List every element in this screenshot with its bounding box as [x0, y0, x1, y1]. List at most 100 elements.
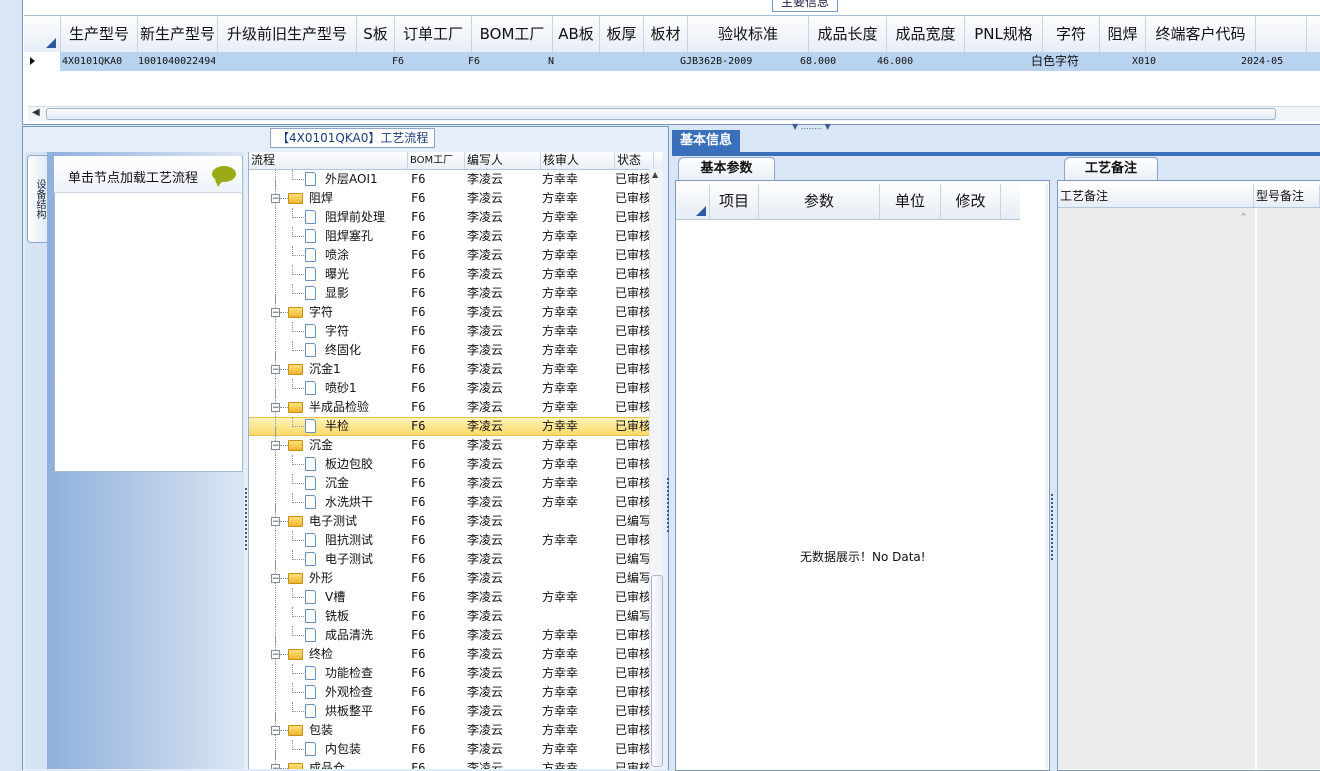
tree-row[interactable]: − 字符 F6 李凌云 方幸幸 已审核 [249, 295, 649, 322]
tree-node[interactable]: − 沉金 [249, 428, 405, 455]
tree-row[interactable]: 铣板 F6 李凌云 已编写 [249, 607, 649, 626]
tree-cell-author[interactable]: 李凌云 [461, 398, 536, 417]
tree-cell-bom[interactable]: F6 [405, 759, 461, 769]
tree-node[interactable]: 功能检查 [249, 664, 405, 683]
notes-model-body[interactable] [1256, 208, 1320, 769]
tree-cell-reviewer[interactable]: 方幸幸 [536, 474, 609, 493]
main-grid-col-header[interactable]: 板材 [644, 16, 688, 52]
tree-cell-reviewer[interactable] [536, 512, 609, 531]
tree-cell-bom[interactable]: F6 [405, 550, 461, 569]
tree-row[interactable]: − 终检 F6 李凌云 方幸幸 已审核 [249, 637, 649, 664]
tree-cell-reviewer[interactable]: 方幸幸 [536, 208, 609, 227]
tree-col-bom[interactable]: BOM工厂 [408, 152, 465, 169]
tree-row[interactable]: 阻焊前处理 F6 李凌云 方幸幸 已审核 [249, 208, 649, 227]
notes-process-body[interactable] [1058, 208, 1255, 769]
tree-cell-author[interactable]: 李凌云 [461, 493, 536, 512]
main-grid-cell[interactable] [592, 52, 635, 71]
collapse-icon[interactable]: − [271, 650, 280, 660]
tree-cell-status[interactable]: 已审核 [609, 664, 649, 683]
splitter-grip-right[interactable] [1051, 494, 1053, 560]
main-grid-col-header[interactable]: 阻焊 [1100, 16, 1146, 52]
tree-row[interactable]: − 阻焊 F6 李凌云 方幸幸 已审核 [249, 181, 649, 208]
tree-cell-bom[interactable]: F6 [405, 360, 461, 379]
tree-row[interactable]: 阻抗测试 F6 李凌云 方幸幸 已审核 [249, 531, 649, 550]
tree-node[interactable]: 曝光 [249, 265, 405, 284]
params-col-param[interactable]: 参数 [759, 184, 880, 219]
tree-cell-reviewer[interactable]: 方幸幸 [536, 664, 609, 683]
main-grid-col-header[interactable]: 升级前旧生产型号 [218, 16, 357, 52]
tree-node[interactable]: − 阻焊 [249, 181, 405, 208]
tree-cell-bom[interactable]: F6 [405, 208, 461, 227]
collapse-icon[interactable]: − [271, 764, 280, 769]
tree-node[interactable]: 电子测试 [249, 550, 405, 569]
tree-cell-author[interactable]: 李凌云 [461, 303, 536, 322]
main-grid-cell[interactable]: F6 [390, 52, 466, 71]
tree-cell-reviewer[interactable]: 方幸幸 [536, 227, 609, 246]
tree-cell-author[interactable]: 李凌云 [461, 531, 536, 550]
tree-node[interactable]: 内包装 [249, 740, 405, 759]
tree-cell-author[interactable]: 李凌云 [461, 189, 536, 208]
tab-process-notes[interactable]: 工艺备注 [1064, 157, 1158, 180]
notes-scroll-up-icon[interactable]: ^ [1240, 212, 1247, 221]
tree-cell-status[interactable]: 已审核 [609, 189, 649, 208]
tree-row[interactable]: − 成品仓 F6 李凌云 方幸幸 已审核 [249, 751, 649, 769]
scroll-up-icon[interactable]: ▲ [652, 170, 658, 179]
tree-cell-bom[interactable]: F6 [405, 170, 461, 189]
tree-cell-author[interactable]: 李凌云 [461, 759, 536, 769]
tree-row[interactable]: 水洗烘干 F6 李凌云 方幸幸 已审核 [249, 493, 649, 512]
tree-cell-bom[interactable]: F6 [405, 322, 461, 341]
tree-cell-bom[interactable]: F6 [405, 626, 461, 645]
tree-row[interactable]: 字符 F6 李凌云 方幸幸 已审核 [249, 322, 649, 341]
tree-row[interactable]: − 沉金 F6 李凌云 方幸幸 已审核 [249, 428, 649, 455]
tree-col-status[interactable]: 状态 [615, 152, 654, 169]
main-grid-cell[interactable] [635, 52, 678, 71]
tree-row[interactable]: 终固化 F6 李凌云 方幸幸 已审核 [249, 341, 649, 360]
tree-cell-reviewer[interactable]: 方幸幸 [536, 246, 609, 265]
tree-node[interactable]: 水洗烘干 [249, 493, 405, 512]
tree-cell-author[interactable]: 李凌云 [461, 550, 536, 569]
tree-cell-status[interactable]: 已编写 [609, 512, 649, 531]
tree-cell-status[interactable]: 已审核 [609, 398, 649, 417]
tree-cell-reviewer[interactable]: 方幸幸 [536, 189, 609, 208]
main-grid-col-header[interactable]: 成品长度 [809, 16, 887, 52]
tree-cell-author[interactable]: 李凌云 [461, 284, 536, 303]
tree-cell-author[interactable]: 李凌云 [461, 246, 536, 265]
collapse-icon[interactable]: − [271, 403, 280, 413]
side-tab-device-structure[interactable]: 设备结构 [27, 155, 48, 243]
tree-cell-bom[interactable]: F6 [405, 227, 461, 246]
tree-cell-status[interactable]: 已审核 [609, 265, 649, 284]
tree-row[interactable]: 喷涂 F6 李凌云 方幸幸 已审核 [249, 246, 649, 265]
tree-node[interactable]: 阻抗测试 [249, 531, 405, 550]
tree-cell-bom[interactable]: F6 [405, 721, 461, 740]
tree-cell-status[interactable]: 已审核 [609, 284, 649, 303]
tree-col-author[interactable]: 编写人 [465, 152, 541, 169]
main-grid-cell[interactable]: 46.000 [875, 52, 952, 71]
main-grid-cell[interactable] [952, 52, 1029, 71]
tree-cell-status[interactable]: 已审核 [609, 645, 649, 664]
tree-node[interactable]: 铣板 [249, 607, 405, 626]
tree-cell-bom[interactable]: F6 [405, 341, 461, 360]
tree-cell-reviewer[interactable]: 方幸幸 [536, 379, 609, 398]
tree-cell-status[interactable]: 已审核 [609, 360, 649, 379]
tree-cell-status[interactable]: 已编写 [609, 607, 649, 626]
tree-cell-status[interactable]: 已审核 [609, 683, 649, 702]
main-grid-col-header[interactable]: 订单工厂 [395, 16, 472, 52]
tree-cell-reviewer[interactable] [536, 607, 609, 626]
tree-cell-bom[interactable]: F6 [405, 493, 461, 512]
collapse-icon[interactable]: − [271, 194, 280, 204]
tree-node[interactable]: 外层AOI1 [249, 170, 405, 189]
tree-cell-reviewer[interactable]: 方幸幸 [536, 170, 609, 189]
tree-cell-bom[interactable]: F6 [405, 189, 461, 208]
tree-cell-reviewer[interactable]: 方幸幸 [536, 303, 609, 322]
notes-col-model[interactable]: 型号备注 [1254, 185, 1320, 207]
tree-cell-status[interactable]: 已审核 [609, 246, 649, 265]
tree-cell-status[interactable]: 已审核 [609, 588, 649, 607]
tree-node[interactable]: 阻焊塞孔 [249, 227, 405, 246]
main-grid-cell[interactable]: F6 [466, 52, 546, 71]
collapse-icon[interactable]: − [271, 365, 280, 375]
collapse-icon[interactable]: − [271, 574, 280, 584]
tab-base-info[interactable]: 基本信息 [672, 130, 740, 152]
main-grid-col-header[interactable]: 新生产型号 [138, 16, 218, 52]
tree-node[interactable]: 沉金 [249, 474, 405, 493]
main-grid-col-header[interactable]: 生产型号 [61, 16, 138, 52]
